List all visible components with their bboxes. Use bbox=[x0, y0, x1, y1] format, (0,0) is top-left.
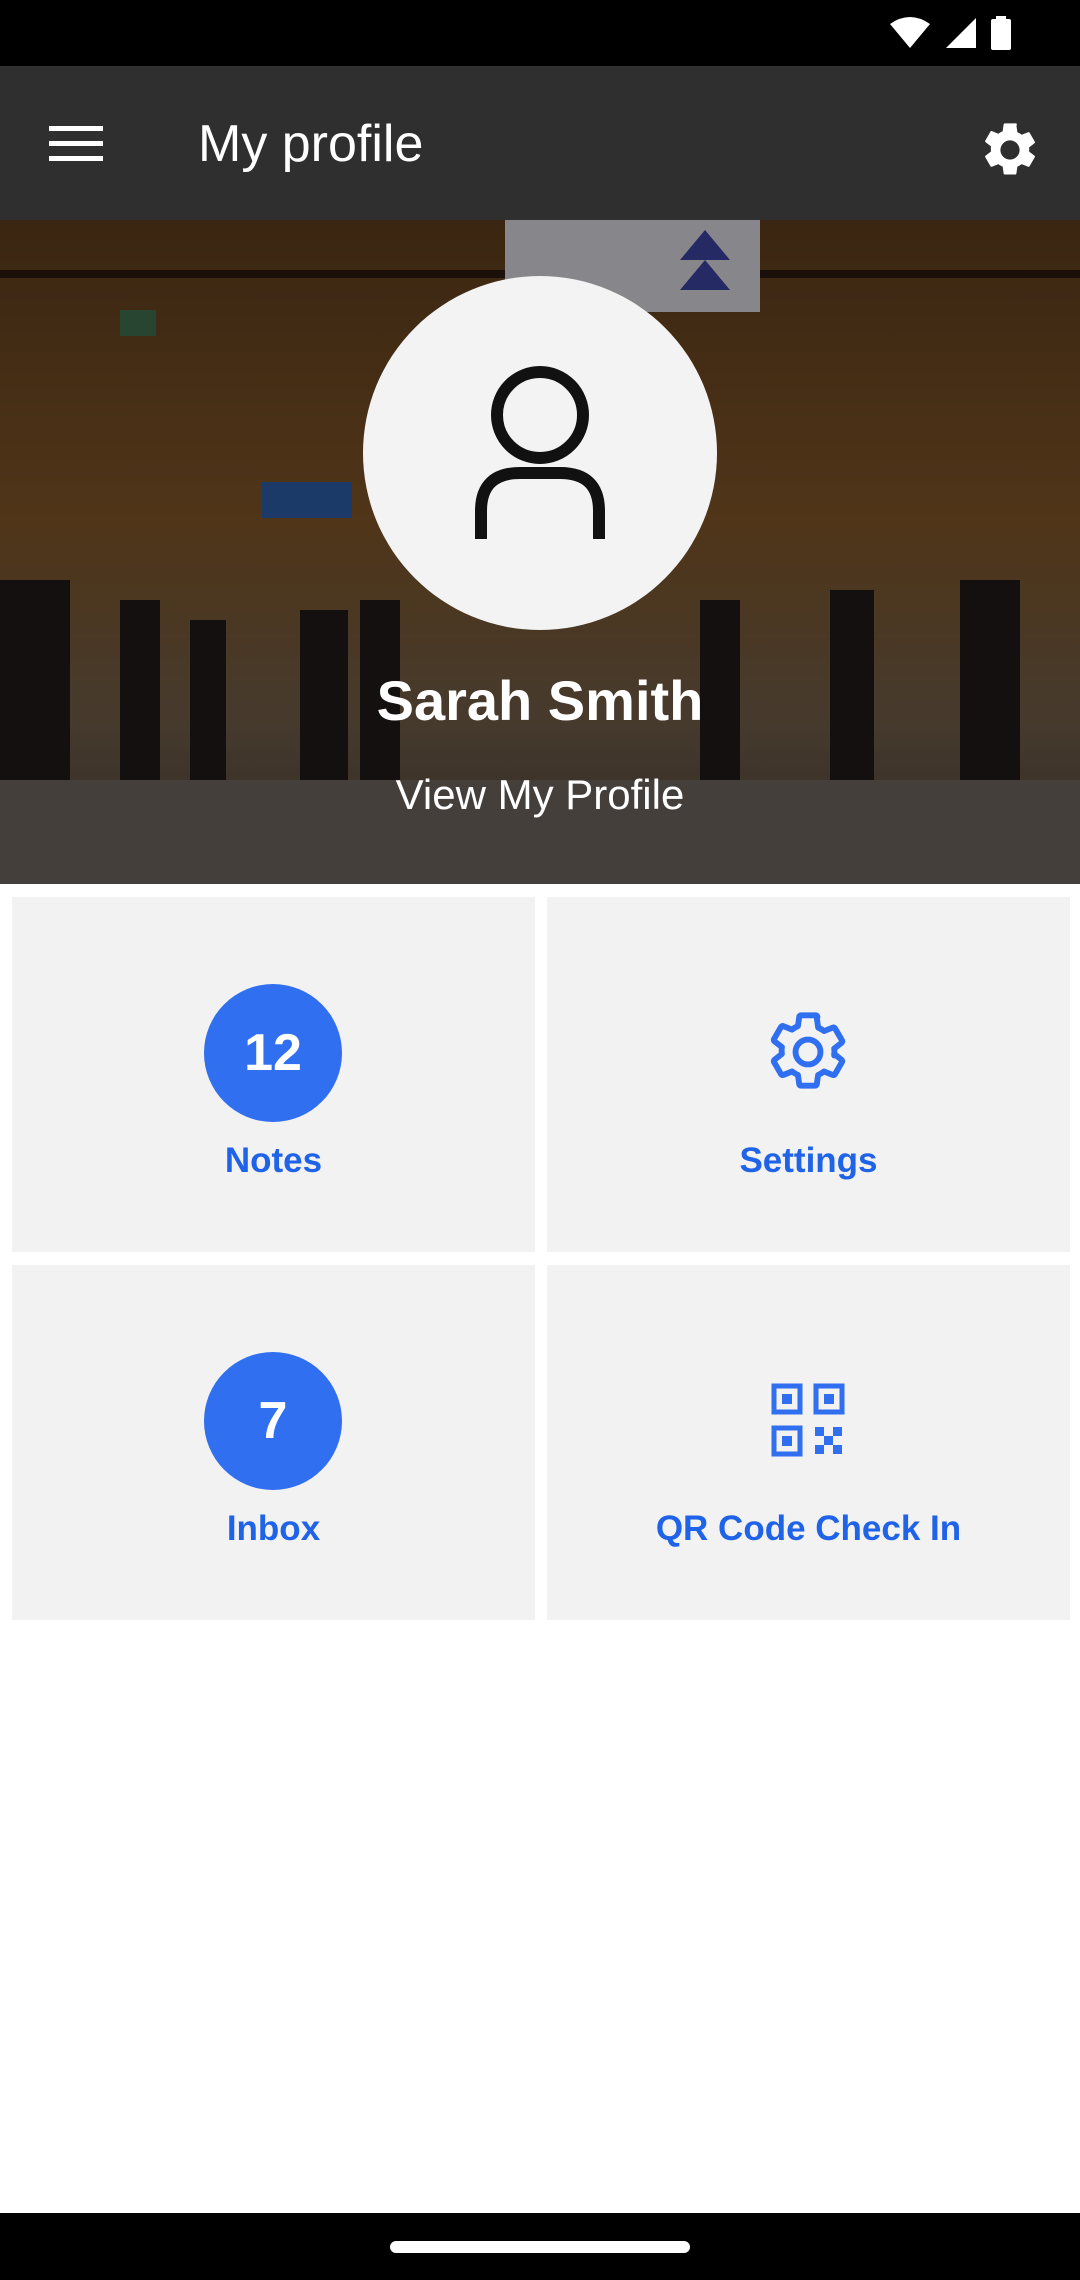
settings-button[interactable] bbox=[962, 102, 1058, 198]
hamburger-menu-icon bbox=[49, 126, 103, 161]
inbox-tile[interactable]: 7 Inbox bbox=[12, 1265, 535, 1620]
avatar[interactable] bbox=[363, 276, 717, 630]
wifi-icon bbox=[890, 17, 930, 48]
gear-outline-icon bbox=[758, 1002, 858, 1102]
system-navigation-bar bbox=[0, 2213, 1080, 2280]
page-title: My profile bbox=[198, 115, 424, 173]
app-bar: My profile bbox=[0, 66, 1080, 220]
inbox-count-badge: 7 bbox=[204, 1352, 342, 1490]
status-bar bbox=[0, 0, 1080, 66]
home-gesture-handle[interactable] bbox=[390, 2241, 690, 2253]
notes-count-badge: 12 bbox=[204, 984, 342, 1122]
notes-label: Notes bbox=[224, 1141, 323, 1180]
menu-button[interactable] bbox=[28, 106, 124, 182]
gear-icon bbox=[985, 123, 1035, 175]
settings-tile[interactable]: Settings bbox=[547, 897, 1070, 1252]
cellular-signal-icon bbox=[946, 18, 976, 48]
profile-name: Sarah Smith bbox=[376, 669, 704, 732]
qr-check-in-tile[interactable]: QR Code Check In bbox=[547, 1265, 1070, 1620]
qr-code-icon bbox=[758, 1370, 858, 1470]
status-icons bbox=[888, 16, 1012, 50]
battery-icon bbox=[991, 16, 1011, 50]
person-outline-icon bbox=[475, 366, 605, 539]
view-profile-link[interactable]: View My Profile bbox=[0, 770, 1080, 820]
inbox-label: Inbox bbox=[226, 1509, 321, 1548]
qr-check-in-label: QR Code Check In bbox=[655, 1509, 962, 1548]
profile-header: Sarah Smith View My Profile bbox=[0, 220, 1080, 884]
notes-tile[interactable]: 12 Notes bbox=[12, 897, 535, 1252]
settings-label: Settings bbox=[739, 1141, 878, 1180]
